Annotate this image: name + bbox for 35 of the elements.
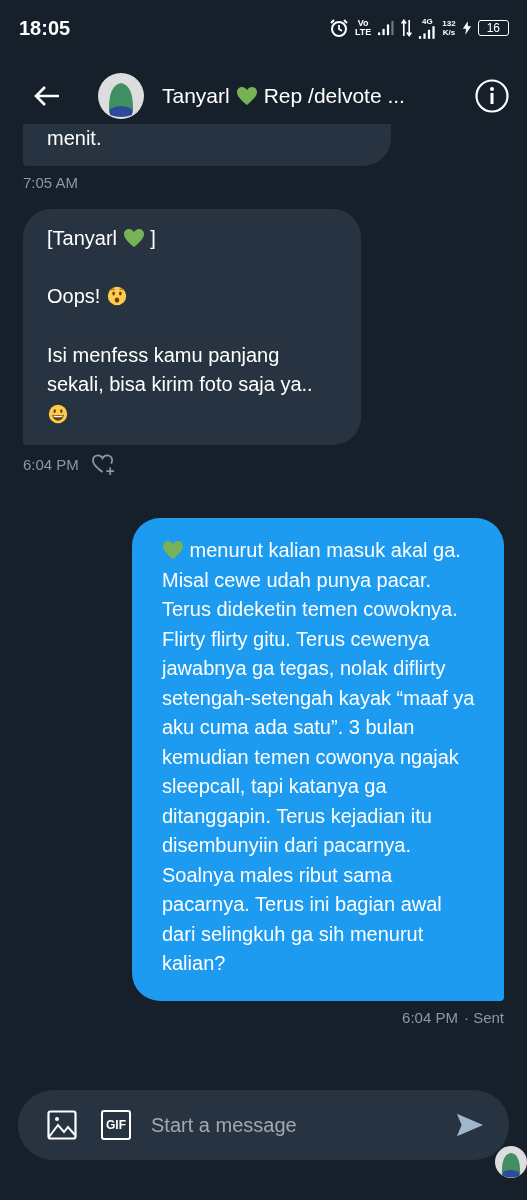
heart-emoji-icon — [162, 540, 184, 560]
status-time: 18:05 — [19, 16, 71, 40]
charging-icon — [461, 21, 472, 35]
volte-label: Vo LTE — [354, 19, 372, 37]
battery-indicator: 16 — [477, 20, 509, 36]
network-speed-label: 132 K/s — [442, 19, 456, 37]
heart-emoji-icon — [122, 227, 145, 248]
conversation-subtitle: Rep /delvote ... — [263, 84, 405, 108]
message-status: · Sent — [463, 1008, 504, 1026]
message-time: 7:05 AM — [23, 173, 79, 191]
send-icon[interactable] — [456, 1112, 484, 1138]
signal-icon — [418, 25, 437, 39]
add-reaction-icon[interactable] — [90, 453, 116, 476]
data-transfer-icon — [401, 19, 413, 37]
back-arrow-icon[interactable] — [34, 85, 60, 107]
signal-icon — [377, 20, 396, 36]
message-text: menurut kalian masuk akal ga. Misal cewe udah punya pacar. Terus dideketin temen cowoknya. Flirty flirty gitu. Terus cewenya jawabnya ga tegas, nolak diflirty setengah-setengah kayak “maaf ya aku cuma ada satu”. 3 bulan kemudian temen cowonya ngajak sleepcall, tapi katanya ga ditanggapin. Terus kejadian itu disembunyiin dari pacarnya. Soalnya males ribut sama pacarnya. Terus ini bagian awal dari selingkuh ga sih menurut kalian? — [162, 538, 476, 976]
gif-button[interactable]: GIF — [101, 1110, 131, 1140]
info-icon[interactable] — [475, 79, 509, 113]
message-text: Isi menfess kamu panjang sekali, bisa kirim foto saja ya.. — [47, 340, 337, 429]
message-text: [Tanyarl ] — [47, 225, 157, 251]
image-icon[interactable] — [47, 1110, 77, 1140]
smiling-face-icon — [47, 403, 69, 424]
message-text: Oops! — [47, 282, 337, 312]
surprised-face-icon — [105, 286, 128, 306]
avatar[interactable] — [98, 73, 144, 119]
alarm-icon — [328, 18, 349, 38]
network-type-label: 4G — [421, 17, 433, 26]
message-input[interactable]: Start a message — [149, 1112, 432, 1138]
message-time: 6:04 PM — [23, 456, 79, 473]
message-text: menit. — [47, 126, 103, 151]
heart-emoji-icon — [235, 86, 258, 106]
avatar — [495, 1146, 527, 1178]
conversation-name: Tanyarl — [162, 84, 230, 108]
message-time: 6:04 PM — [402, 1008, 458, 1026]
